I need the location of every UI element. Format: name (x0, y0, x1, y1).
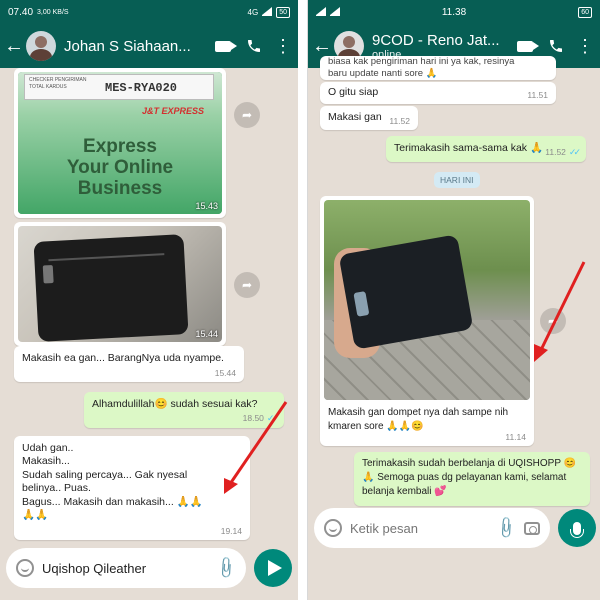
video-call-icon[interactable] (514, 40, 539, 52)
message-line: 🙏🙏 (22, 509, 49, 522)
image-message[interactable]: Makasih gan dompet nya dah sampe nih kma… (320, 196, 534, 446)
contact-info[interactable]: Johan S Siahaan... (64, 38, 206, 55)
emoji-icon[interactable] (16, 559, 34, 577)
outgoing-message[interactable]: Alhamdulillah😊 sudah sesuai kak? 18.50 ✓✓ (84, 392, 284, 428)
message-input-bar: 📎 (6, 548, 246, 588)
wallet-photo[interactable] (18, 226, 222, 342)
incoming-message[interactable]: biasa kak pengiriman hari ini ya kak, re… (320, 56, 556, 80)
more-icon[interactable]: ⋮ (576, 37, 594, 55)
outgoing-message[interactable]: Terimakasih sudah berbelanja di UQISHOPP… (354, 452, 590, 506)
forward-icon[interactable]: ➦ (540, 308, 566, 334)
time-value: 18.50 (242, 413, 264, 424)
image-message[interactable]: CHECKER PENGIRIMAN TOTAL KARDUS MES-RYA0… (14, 68, 226, 218)
status-time: 07.40 (8, 6, 34, 18)
date-chip: HARI INI (434, 172, 480, 188)
time-value: 11.52 (545, 147, 566, 158)
signal-icon (262, 7, 273, 16)
caption-line: kmaren sore 🙏🙏😊 (328, 420, 424, 432)
message-input-bar: 📎 (314, 508, 550, 548)
message-input[interactable] (350, 520, 490, 536)
left-chat-screen: 07.40 3,00 KB/S 4G 50 ← Johan S Siahaan.… (0, 0, 298, 600)
bag-text-line2: Your Online (66, 157, 174, 178)
signal-label: 4G (247, 7, 259, 17)
incoming-message[interactable]: Udah gan.. Makasih... Sudah saling perca… (14, 436, 250, 540)
message-line: biasa kak pengiriman hari ini ya kak, re… (328, 56, 515, 67)
more-icon[interactable]: ⋮ (274, 37, 292, 55)
message-line: baru update nanti sore 🙏 (328, 68, 438, 79)
incoming-message[interactable]: Makasih ea gan... BarangNya uda nyampe. … (14, 346, 244, 382)
message-time: 18.50 ✓✓ (242, 412, 279, 424)
emoji-icon[interactable] (324, 519, 342, 537)
contact-name: Johan S Siahaan... (64, 37, 191, 55)
wallet-image (338, 234, 474, 350)
incoming-message[interactable]: O gitu siap 11.51 (320, 82, 556, 104)
read-receipt-icon: ✓✓ (568, 146, 581, 157)
message-time: 11.51 (527, 89, 548, 100)
message-time: 19.14 (220, 526, 242, 536)
forward-icon[interactable]: ➦ (234, 102, 260, 128)
status-bar: 07.40 3,00 KB/S 4G 50 (0, 0, 298, 24)
mic-button[interactable] (558, 509, 596, 547)
message-line: belinya.. Puas. (22, 482, 91, 495)
message-input[interactable] (42, 560, 210, 576)
message-text: O gitu siap (328, 86, 379, 98)
message-line: Bagus... Makasih dan makasih... 🙏🙏 (22, 495, 203, 508)
label-code: MES-RYA020 (105, 81, 178, 95)
attach-icon[interactable]: 📎 (494, 515, 520, 541)
label-small-text-2: TOTAL KARDUS (29, 84, 67, 90)
forward-icon[interactable]: ➦ (234, 272, 260, 298)
send-button[interactable] (254, 549, 292, 587)
message-time: 15.44 (195, 329, 218, 339)
net-speed: 3,00 KB/S (37, 8, 69, 16)
send-icon (267, 560, 282, 576)
message-time: 11.14 (505, 432, 526, 442)
mic-icon (570, 521, 584, 538)
message-time: 11.52 ✓✓ (545, 146, 581, 158)
back-arrow-icon[interactable]: ← (312, 35, 332, 58)
wallet-image (33, 234, 189, 342)
avatar[interactable] (26, 31, 56, 61)
battery-icon: 50 (276, 6, 290, 18)
message-time: 11.52 (389, 115, 410, 126)
phone-icon[interactable] (548, 38, 564, 54)
bag-print-text: Express Your Online Business (18, 136, 222, 199)
read-receipt-icon: ✓✓ (266, 412, 279, 423)
right-chat-screen: 11.38 60 ← 9COD - Reno Jat... online ⋮ b… (307, 0, 600, 600)
message-line: 🙏 Semoga puas dg pelayanan kami, selamat (362, 472, 567, 483)
bag-text-line3: Business (77, 178, 163, 199)
chat-header: ← Johan S Siahaan... ⋮ (0, 24, 298, 68)
incoming-message[interactable]: Makasi gan 11.52 (320, 106, 418, 130)
status-time: 11.38 (441, 6, 467, 18)
brand-logo: J&T EXPRESS (142, 106, 205, 116)
message-line: Makasih... (22, 455, 70, 468)
message-line: Udah gan.. (22, 442, 74, 454)
contact-name: 9COD - Reno Jat... (372, 31, 500, 49)
shipping-label: CHECKER PENGIRIMAN TOTAL KARDUS MES-RYA0… (24, 74, 214, 100)
phone-icon[interactable] (246, 38, 262, 54)
message-time: 15.44 (214, 367, 236, 378)
video-call-icon[interactable] (212, 40, 237, 52)
message-text: Udah gan.. Makasih... Sudah saling perca… (14, 436, 250, 539)
message-text: biasa kak pengiriman hari ini ya kak, re… (320, 56, 556, 80)
wallet-photo[interactable] (324, 200, 530, 400)
image-caption: Makasih gan dompet nya dah sampe nih kma… (328, 406, 508, 433)
status-bar: 11.38 60 (308, 0, 600, 24)
image-message[interactable]: 15.44 (14, 222, 226, 346)
message-line: belanja kembali 💕 (362, 486, 447, 497)
package-photo[interactable]: CHECKER PENGIRIMAN TOTAL KARDUS MES-RYA0… (18, 72, 222, 214)
message-line: Terimakasih sudah berbelanja di UQISHOPP… (362, 458, 577, 469)
attach-icon[interactable]: 📎 (214, 555, 240, 581)
camera-icon[interactable] (524, 521, 540, 535)
message-line: Sudah saling percaya... Gak nyesal (22, 468, 188, 481)
message-time: 15.43 (195, 201, 218, 211)
back-arrow-icon[interactable]: ← (4, 35, 24, 58)
label-small-text: CHECKER PENGIRIMAN (29, 77, 87, 83)
outgoing-message[interactable]: Terimakasih sama-sama kak 🙏 11.52 ✓✓ (386, 136, 586, 162)
bag-text-line1: Express (83, 136, 157, 157)
message-text: Makasih ea gan... BarangNya uda nyampe. (22, 352, 224, 364)
message-text: Terimakasih sudah berbelanja di UQISHOPP… (354, 452, 590, 504)
caption-line: Makasih gan dompet nya dah sampe nih (328, 407, 509, 418)
